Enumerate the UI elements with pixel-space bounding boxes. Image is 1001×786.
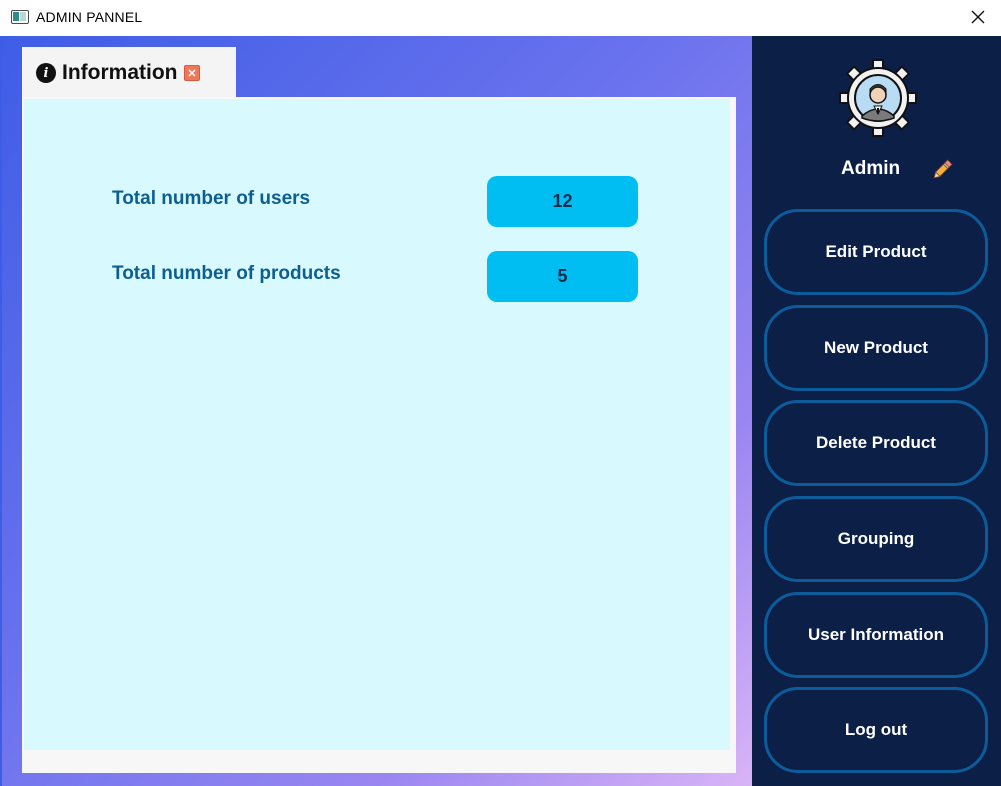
edit-product-button[interactable]: Edit Product: [764, 209, 988, 295]
window-titlebar: ADMIN PANNEL: [0, 0, 1001, 36]
grouping-button[interactable]: Grouping: [764, 496, 988, 582]
tab-panel-frame: Total number of users 12 Total number of…: [22, 97, 736, 773]
tab-close-icon: [187, 69, 196, 77]
users-count-value: 12: [487, 176, 638, 227]
close-icon: [971, 10, 985, 24]
app-window-icon: [11, 10, 29, 24]
admin-name: Admin: [841, 158, 901, 179]
edit-profile-button[interactable]: [930, 158, 954, 182]
information-panel: Total number of users 12 Total number of…: [24, 99, 730, 750]
tab-close-button[interactable]: [183, 65, 200, 81]
admin-avatar-gear-icon: [839, 59, 917, 137]
info-icon: i: [36, 63, 56, 83]
sidebar: Admin Edit Product New Product Delete Pr…: [752, 36, 1001, 786]
avatar: [838, 58, 918, 138]
user-information-button[interactable]: User Information: [764, 592, 988, 678]
window-client-area: i Information Total number of users 12 T…: [0, 36, 1001, 786]
new-product-button[interactable]: New Product: [764, 305, 988, 391]
products-count-label: Total number of products: [112, 263, 341, 284]
tab-label: Information: [62, 61, 178, 84]
tab-information[interactable]: i Information: [22, 47, 236, 99]
log-out-button[interactable]: Log out: [764, 687, 988, 773]
users-count-label: Total number of users: [112, 188, 311, 209]
window-close-button[interactable]: [967, 6, 989, 28]
products-count-value: 5: [487, 251, 638, 302]
main-area: i Information Total number of users 12 T…: [0, 36, 752, 786]
pencil-icon: [933, 159, 953, 179]
window-title: ADMIN PANNEL: [36, 9, 143, 25]
delete-product-button[interactable]: Delete Product: [764, 400, 988, 486]
